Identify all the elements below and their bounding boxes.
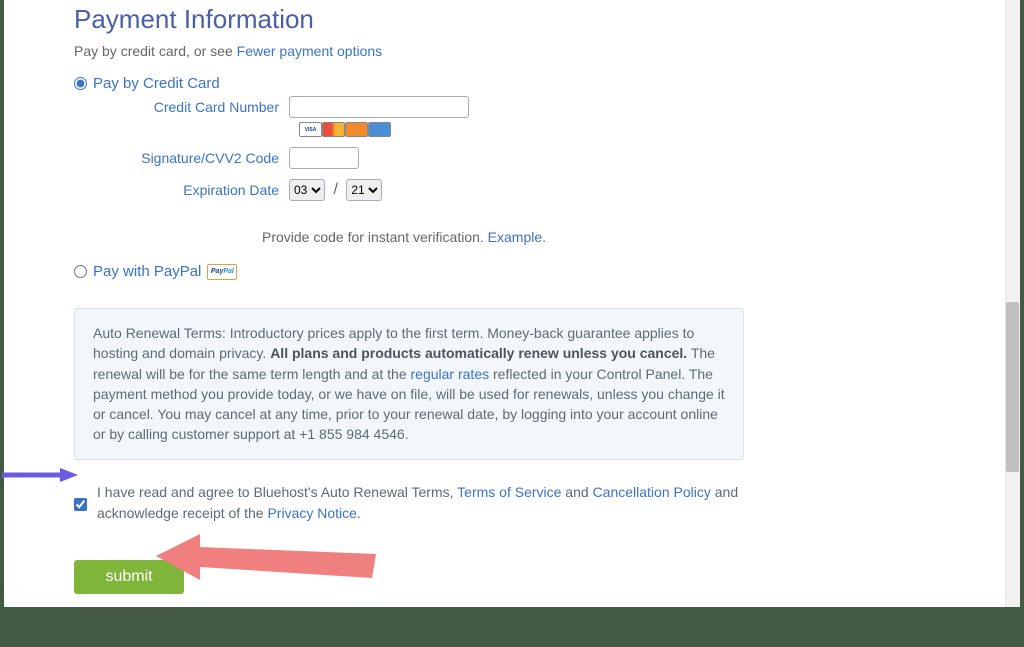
- regular-rates-link[interactable]: regular rates: [411, 366, 490, 382]
- privacy-notice-link[interactable]: Privacy Notice: [267, 505, 356, 521]
- expiration-label: Expiration Date: [74, 182, 289, 198]
- cc-number-label: Credit Card Number: [74, 99, 289, 115]
- pay-by-cc-label: Pay by Credit Card: [93, 75, 220, 92]
- pay-options-text: Pay by credit card, or see: [74, 43, 237, 59]
- pay-options-line: Pay by credit card, or see Fewer payment…: [74, 43, 784, 59]
- submit-button[interactable]: submit: [74, 560, 184, 594]
- expiration-year-select[interactable]: 21: [346, 179, 382, 201]
- cvv-label: Signature/CVV2 Code: [74, 150, 289, 166]
- pay-by-cc-row: Pay by Credit Card: [74, 75, 784, 92]
- expiration-month-select[interactable]: 03: [289, 179, 325, 201]
- visa-icon: VISA: [299, 122, 322, 137]
- pay-with-paypal-radio[interactable]: [74, 265, 87, 278]
- pay-by-cc-radio[interactable]: [74, 77, 87, 90]
- scrollbar-thumb[interactable]: [1006, 302, 1019, 472]
- terms-bold: All plans and products automatically ren…: [270, 345, 687, 361]
- agree-block: I have read and agree to Bluehost's Auto…: [74, 482, 744, 524]
- agree-t2: and: [561, 484, 592, 500]
- agree-t1: I have read and agree to Bluehost's Auto…: [97, 484, 457, 500]
- mastercard-icon: [322, 122, 345, 137]
- verification-note: Provide code for instant verification. E…: [262, 229, 784, 245]
- pay-with-paypal-label: Pay with PayPal: [93, 263, 201, 280]
- verification-text: Provide code for instant verification.: [262, 229, 488, 245]
- agree-checkbox[interactable]: [74, 485, 87, 524]
- verification-example-link[interactable]: Example: [488, 229, 542, 245]
- pay-with-paypal-row: Pay with PayPal PayPal: [74, 263, 784, 280]
- agree-t4: .: [357, 505, 361, 521]
- discover-icon: [345, 122, 368, 137]
- cvv-input[interactable]: [289, 147, 359, 169]
- page: Payment Information Pay by credit card, …: [4, 0, 1005, 607]
- expiration-slash: /: [329, 181, 341, 198]
- auto-renewal-terms-box: Auto Renewal Terms: Introductory prices …: [74, 308, 744, 460]
- accepted-cards: VISA: [299, 122, 784, 137]
- window-frame-bottom: [0, 607, 1024, 647]
- cancellation-policy-link[interactable]: Cancellation Policy: [593, 484, 711, 500]
- verification-dot: .: [542, 229, 546, 245]
- terms-of-service-link[interactable]: Terms of Service: [457, 484, 561, 500]
- amex-icon: [368, 122, 391, 137]
- cc-number-input[interactable]: [289, 96, 469, 118]
- fewer-payment-options-link[interactable]: Fewer payment options: [237, 43, 383, 59]
- page-title: Payment Information: [74, 0, 784, 35]
- paypal-icon: PayPal: [207, 264, 237, 280]
- window-frame-right: [1020, 0, 1024, 647]
